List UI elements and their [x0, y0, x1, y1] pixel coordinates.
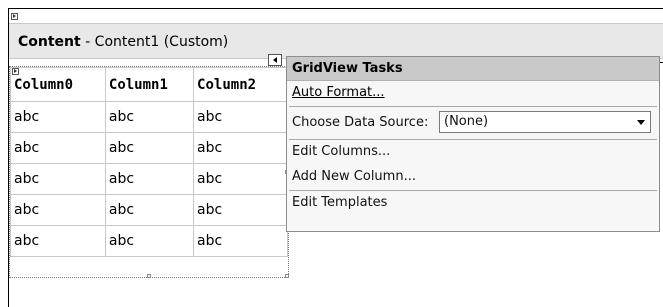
collapse-arrow-icon[interactable]	[268, 54, 282, 66]
content-title-bold: Content	[18, 34, 81, 50]
table-cell[interactable]: abc	[10, 132, 106, 164]
panel-title: GridView Tasks	[287, 57, 659, 81]
column-header[interactable]: Column0	[10, 67, 106, 102]
table-row: abc abc abc	[10, 163, 288, 195]
table-cell[interactable]: abc	[193, 225, 288, 257]
expand-glyph-icon[interactable]	[11, 13, 18, 20]
content-title-rest: - Content1 (Custom)	[80, 34, 229, 50]
resize-handle[interactable]	[285, 274, 289, 278]
table-cell[interactable]: abc	[104, 101, 195, 133]
table-cell[interactable]: abc	[104, 194, 195, 226]
chevron-down-icon[interactable]	[633, 113, 649, 131]
table-cell[interactable]: abc	[10, 225, 106, 257]
data-source-select[interactable]: (None)	[439, 111, 651, 133]
edit-columns-link[interactable]: Edit Columns...	[287, 140, 659, 165]
column-header[interactable]: Column1	[104, 67, 195, 102]
grid-header-row: Column0 Column1 Column2	[10, 67, 288, 102]
table-row: abc abc abc	[10, 194, 288, 226]
table-cell[interactable]: abc	[10, 163, 106, 195]
table-cell[interactable]: abc	[193, 163, 288, 195]
edit-templates-link[interactable]: Edit Templates	[287, 191, 659, 216]
gridview-tasks-panel: GridView Tasks Auto Format... Choose Dat…	[286, 56, 660, 232]
table-cell[interactable]: abc	[104, 225, 195, 257]
table-row: abc abc abc	[10, 132, 288, 164]
content-region-title: Content - Content1 (Custom)	[18, 34, 228, 50]
smart-tag-panel-wrapper: GridView Tasks Auto Format... Choose Dat…	[282, 52, 663, 234]
grid-expand-glyph-icon[interactable]	[12, 68, 19, 75]
auto-format-link[interactable]: Auto Format...	[287, 81, 659, 106]
table-cell[interactable]: abc	[10, 101, 106, 133]
table-cell[interactable]: abc	[193, 101, 288, 133]
data-source-value: (None)	[444, 114, 489, 129]
table-cell[interactable]: abc	[193, 132, 288, 164]
column-header[interactable]: Column2	[193, 67, 288, 102]
table-cell[interactable]: abc	[104, 163, 195, 195]
choose-data-source-label: Choose Data Source:	[292, 115, 429, 130]
grid-table: Column0 Column1 Column2 abc abc abc abc …	[10, 67, 288, 257]
table-row: abc abc abc	[10, 101, 288, 133]
resize-handle[interactable]	[147, 274, 151, 278]
gridview-control[interactable]: Column0 Column1 Column2 abc abc abc abc …	[9, 66, 289, 278]
table-cell[interactable]: abc	[193, 194, 288, 226]
add-new-column-link[interactable]: Add New Column...	[287, 165, 659, 190]
choose-data-source-row: Choose Data Source: (None)	[287, 107, 659, 139]
table-cell[interactable]: abc	[104, 132, 195, 164]
table-cell[interactable]: abc	[10, 194, 106, 226]
table-row: abc abc abc	[10, 225, 288, 257]
